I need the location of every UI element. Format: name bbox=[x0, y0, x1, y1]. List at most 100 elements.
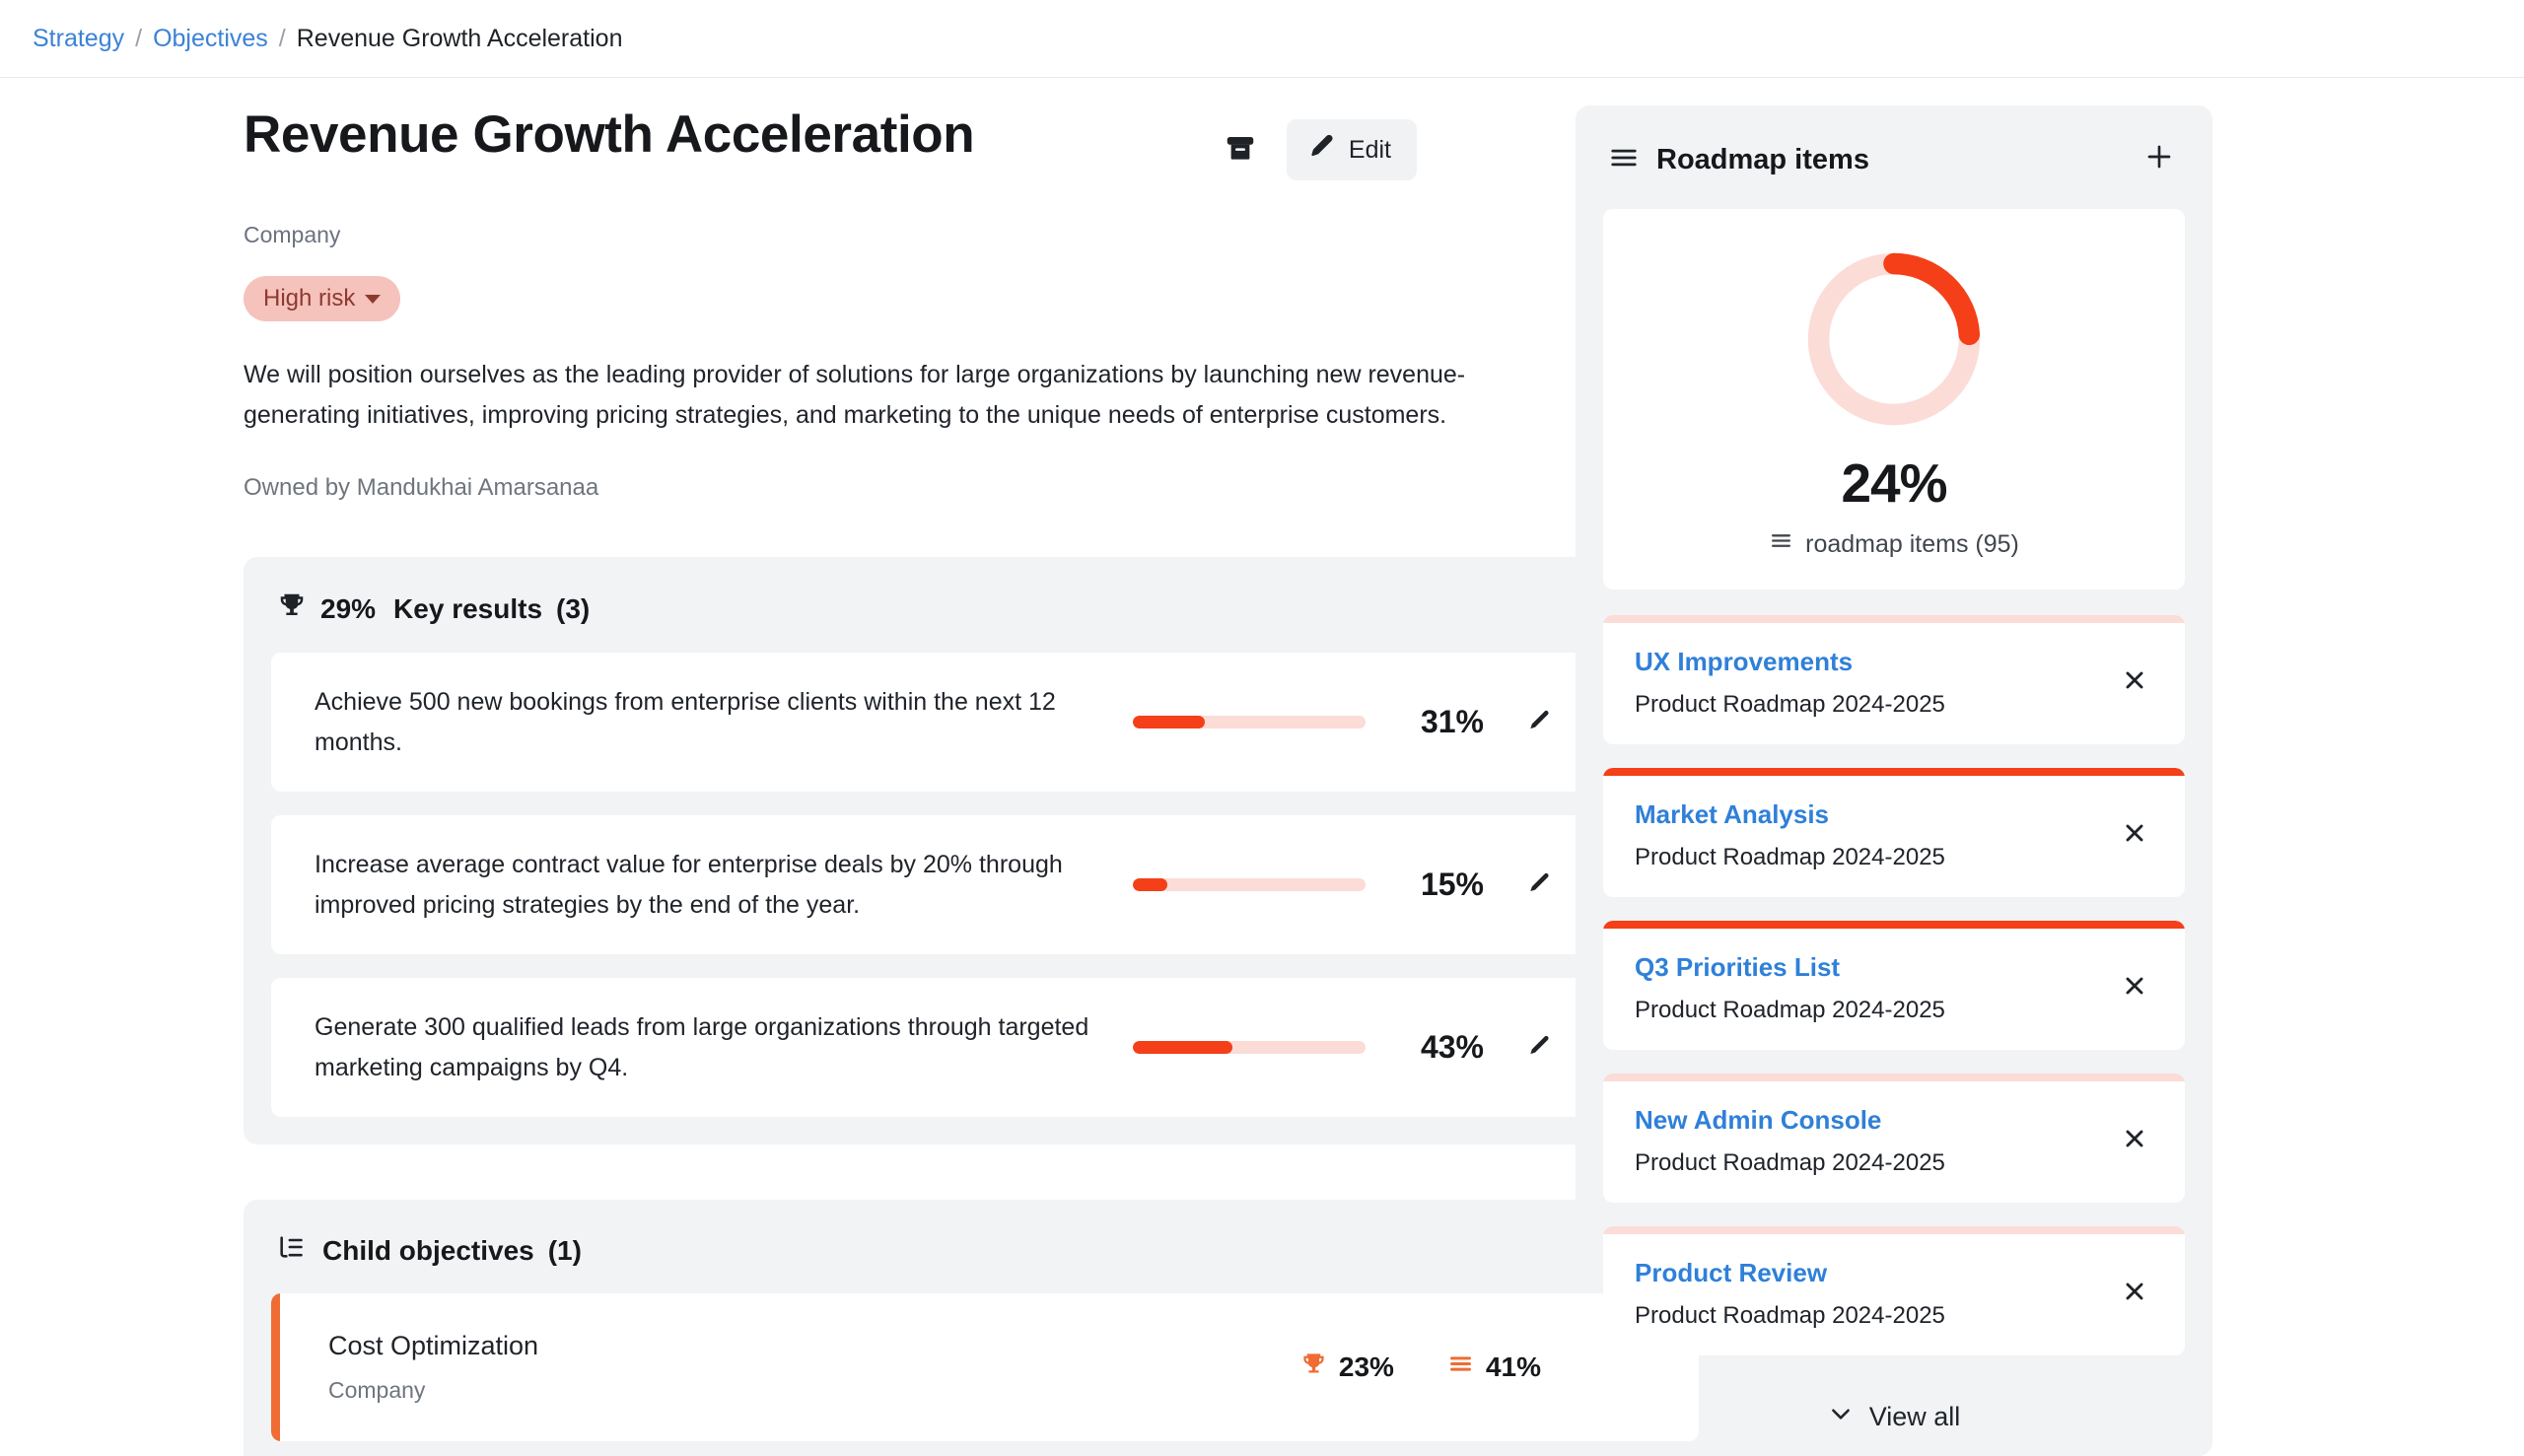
roadmap-item-content: Q3 Priorities List Product Roadmap 2024-… bbox=[1603, 929, 2185, 1050]
roadmap-item-texts: New Admin Console Product Roadmap 2024-2… bbox=[1635, 1105, 2112, 1177]
remove-roadmap-item-button[interactable] bbox=[2112, 967, 2157, 1009]
table-row[interactable]: Achieve 500 new bookings from enterprise… bbox=[271, 653, 1699, 792]
roadmap-item-status-bar bbox=[1603, 768, 2185, 776]
edit-key-result-button[interactable] bbox=[1519, 866, 1559, 905]
key-results-panel: 29% Key results (3) Achieve 500 new book… bbox=[244, 557, 1726, 1144]
key-result-percent: 15% bbox=[1401, 867, 1484, 903]
roadmap-item-status-bar bbox=[1603, 1074, 2185, 1081]
trophy-icon bbox=[277, 590, 307, 627]
remove-roadmap-item-button[interactable] bbox=[2112, 814, 2157, 857]
key-result-meta: 31% bbox=[1133, 703, 1559, 742]
edit-button-label: Edit bbox=[1349, 136, 1391, 165]
pencil-icon bbox=[1526, 1033, 1552, 1062]
breadcrumb-item-objectives[interactable]: Objectives bbox=[153, 25, 268, 53]
roadmap-item-content: UX Improvements Product Roadmap 2024-202… bbox=[1603, 623, 2185, 744]
progress-bar-fill bbox=[1133, 716, 1205, 728]
roadmap-item-texts: Q3 Priorities List Product Roadmap 2024-… bbox=[1635, 952, 2112, 1024]
breadcrumb-item-strategy[interactable]: Strategy bbox=[33, 25, 124, 53]
main-column: Revenue Growth Acceleration bbox=[0, 105, 1523, 1456]
list-item[interactable]: Market Analysis Product Roadmap 2024-202… bbox=[1603, 768, 2185, 897]
pencil-icon bbox=[1526, 708, 1552, 736]
edit-button[interactable]: Edit bbox=[1287, 119, 1417, 180]
close-icon bbox=[2122, 1124, 2147, 1158]
child-objective-body: Cost Optimization Company bbox=[271, 1301, 1300, 1433]
page-title: Revenue Growth Acceleration bbox=[244, 105, 974, 166]
chevron-down-icon bbox=[1828, 1401, 1854, 1433]
child-objective-roadmap-percent: 41% bbox=[1486, 1352, 1541, 1383]
close-icon bbox=[2122, 665, 2147, 700]
progress-bar-fill bbox=[1133, 1041, 1232, 1054]
view-all-label: View all bbox=[1869, 1402, 1961, 1432]
risk-badge-label: High risk bbox=[263, 285, 355, 312]
breadcrumb: Strategy / Objectives / Revenue Growth A… bbox=[0, 0, 2524, 78]
roadmap-item-subtitle: Product Roadmap 2024-2025 bbox=[1635, 1302, 2112, 1330]
roadmap-item-subtitle: Product Roadmap 2024-2025 bbox=[1635, 691, 2112, 719]
list-item[interactable]: Product Review Product Roadmap 2024-2025 bbox=[1603, 1226, 2185, 1355]
trophy-icon bbox=[1300, 1351, 1327, 1384]
hierarchy-icon bbox=[277, 1233, 305, 1268]
roadmap-item-subtitle: Product Roadmap 2024-2025 bbox=[1635, 997, 2112, 1024]
pencil-icon bbox=[1526, 870, 1552, 899]
list-item[interactable]: Cost Optimization Company 23% bbox=[271, 1293, 1699, 1441]
plus-icon bbox=[2143, 140, 2175, 181]
roadmap-item-status-bar bbox=[1603, 615, 2185, 623]
table-row[interactable]: Increase average contract value for ente… bbox=[271, 815, 1699, 954]
key-result-text: Achieve 500 new bookings from enterprise… bbox=[315, 682, 1133, 762]
roadmap-progress-percent: 24% bbox=[1841, 451, 1946, 515]
roadmap-item-title[interactable]: Q3 Priorities List bbox=[1635, 952, 2112, 983]
close-icon bbox=[2122, 1277, 2147, 1311]
list-item[interactable]: UX Improvements Product Roadmap 2024-202… bbox=[1603, 615, 2185, 744]
child-objectives-header: Child objectives (1) bbox=[271, 1225, 1699, 1293]
child-objective-key-results-percent: 23% bbox=[1339, 1352, 1394, 1383]
add-roadmap-item-button[interactable] bbox=[2139, 141, 2179, 179]
child-objective-roadmap-stat: 41% bbox=[1447, 1351, 1541, 1384]
progress-bar-fill bbox=[1133, 878, 1167, 891]
hamburger-icon bbox=[1609, 143, 1639, 177]
objective-level: Company bbox=[244, 222, 1523, 248]
child-objective-stats: 23% 41% bbox=[1300, 1351, 1699, 1384]
key-results-header: 29% Key results (3) bbox=[271, 583, 1699, 653]
roadmap-item-title[interactable]: UX Improvements bbox=[1635, 647, 2112, 677]
roadmap-item-subtitle: Product Roadmap 2024-2025 bbox=[1635, 844, 2112, 871]
remove-roadmap-item-button[interactable] bbox=[2112, 1273, 2157, 1315]
objective-owner: Owned by Mandukhai Amarsanaa bbox=[244, 474, 1523, 502]
key-result-text: Increase average contract value for ente… bbox=[315, 845, 1133, 925]
pencil-icon bbox=[1308, 133, 1335, 167]
roadmap-item-title[interactable]: Product Review bbox=[1635, 1258, 2112, 1288]
risk-badge[interactable]: High risk bbox=[244, 276, 400, 321]
edit-key-result-button[interactable] bbox=[1519, 1028, 1559, 1068]
roadmap-item-title[interactable]: Market Analysis bbox=[1635, 799, 2112, 830]
table-row[interactable]: Generate 300 qualified leads from large … bbox=[271, 978, 1699, 1117]
edit-key-result-button[interactable] bbox=[1519, 703, 1559, 742]
child-objectives-count: (1) bbox=[548, 1235, 582, 1267]
remove-roadmap-item-button[interactable] bbox=[2112, 661, 2157, 704]
header-actions: Edit bbox=[1218, 119, 1417, 180]
close-icon bbox=[2122, 971, 2147, 1005]
roadmap-item-title[interactable]: New Admin Console bbox=[1635, 1105, 2112, 1136]
list-item[interactable]: New Admin Console Product Roadmap 2024-2… bbox=[1603, 1074, 2185, 1203]
roadmap-item-content: Product Review Product Roadmap 2024-2025 bbox=[1603, 1234, 2185, 1355]
roadmap-progress-card: 24% roadmap items (95) bbox=[1603, 209, 2185, 589]
objective-description: We will position ourselves as the leadin… bbox=[244, 355, 1523, 435]
breadcrumb-separator: / bbox=[279, 25, 286, 53]
key-results-label: Key results bbox=[393, 593, 542, 625]
key-result-meta: 43% bbox=[1133, 1028, 1559, 1068]
key-result-percent: 31% bbox=[1401, 704, 1484, 740]
child-objectives-panel: Child objectives (1) Cost Optimization C… bbox=[244, 1200, 1726, 1456]
objective-header: Revenue Growth Acceleration bbox=[244, 105, 1523, 180]
roadmap-item-subtitle: Product Roadmap 2024-2025 bbox=[1635, 1149, 2112, 1177]
key-result-meta: 15% bbox=[1133, 866, 1559, 905]
archive-button[interactable] bbox=[1218, 127, 1263, 173]
list-item[interactable]: Q3 Priorities List Product Roadmap 2024-… bbox=[1603, 921, 2185, 1050]
roadmap-panel-header: Roadmap items bbox=[1576, 105, 2212, 209]
child-objective-level: Company bbox=[328, 1377, 1300, 1404]
key-result-percent: 43% bbox=[1401, 1029, 1484, 1066]
child-objectives-label: Child objectives bbox=[322, 1235, 534, 1267]
roadmap-item-texts: UX Improvements Product Roadmap 2024-202… bbox=[1635, 647, 2112, 719]
key-results-count: (3) bbox=[556, 593, 590, 625]
breadcrumb-separator: / bbox=[135, 25, 142, 53]
roadmap-item-content: New Admin Console Product Roadmap 2024-2… bbox=[1603, 1081, 2185, 1203]
remove-roadmap-item-button[interactable] bbox=[2112, 1120, 2157, 1162]
roadmap-item-texts: Product Review Product Roadmap 2024-2025 bbox=[1635, 1258, 2112, 1330]
roadmap-panel-title: Roadmap items bbox=[1656, 144, 2139, 176]
